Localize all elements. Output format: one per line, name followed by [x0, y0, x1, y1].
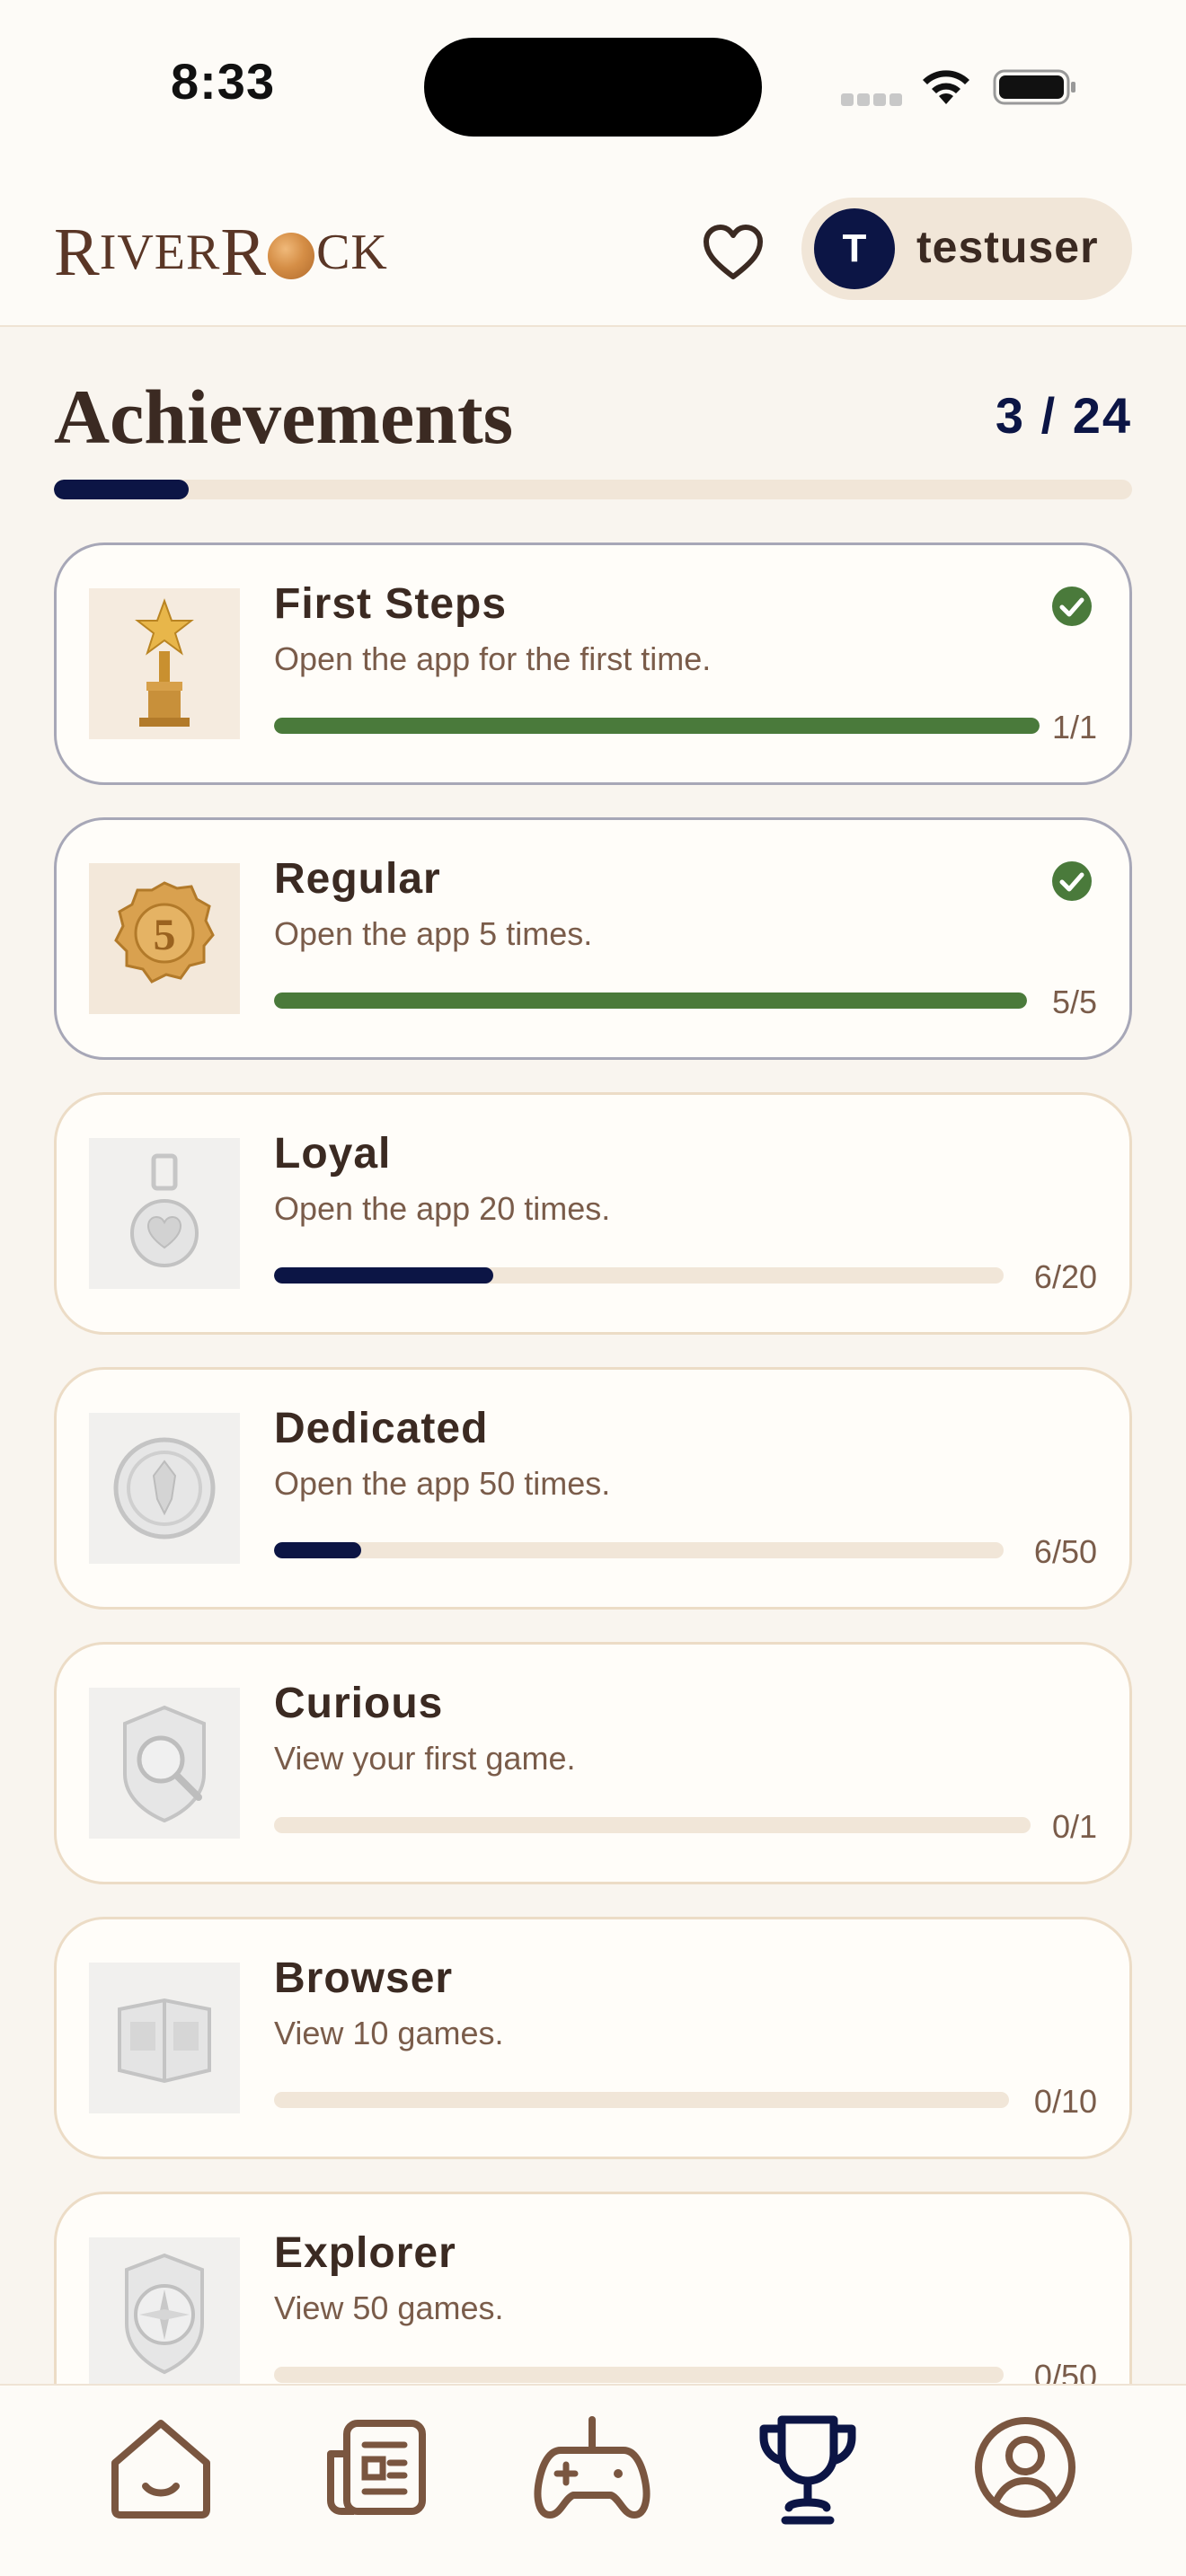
achievement-title: Regular [274, 855, 441, 903]
svg-text:5: 5 [154, 909, 176, 959]
achievement-description: Open the app 20 times. [274, 1190, 611, 1227]
achievement-thumbnail [89, 1413, 240, 1564]
achievement-progress-text: 1/1 [1051, 709, 1097, 745]
nav-news[interactable] [318, 2409, 435, 2526]
nav-achievements[interactable] [749, 2409, 866, 2526]
achievement-progress-fill [274, 1267, 493, 1284]
achievement-description: Open the app for the first time. [274, 640, 712, 677]
achievement-progress-text: 0/50 [1033, 2358, 1097, 2384]
achievement-thumbnail [89, 1963, 240, 2113]
achievement-thumbnail: 5 [89, 863, 240, 1014]
achievement-progress-bar [274, 1267, 1004, 1284]
overall-progress-fill [54, 480, 189, 499]
trophy-icon [759, 2415, 856, 2525]
achievement-title: Loyal [274, 1130, 392, 1178]
status-time: 8:33 [171, 53, 276, 110]
achievement-description: View 50 games. [274, 2289, 504, 2326]
achievement-card[interactable]: Dedicated Open the app 50 times. 6/50 [54, 1367, 1132, 1610]
page-title: Achievements [54, 374, 514, 460]
gold-star-trophy-icon [89, 588, 240, 739]
achievement-progress-bar [274, 2092, 1009, 2108]
completed-check-icon [1052, 861, 1092, 901]
achievement-card[interactable]: 5 Regular Open the app 5 times. 5/5 [54, 817, 1132, 1060]
achievement-progress-text: 6/20 [1033, 1258, 1097, 1295]
wifi-icon [923, 70, 969, 104]
achievement-description: Open the app 5 times. [274, 915, 593, 952]
achievement-description: Open the app 50 times. [274, 1465, 611, 1502]
achievement-card[interactable]: First Steps Open the app for the first t… [54, 543, 1132, 785]
silver-compass-badge-icon [89, 2237, 240, 2384]
achievement-count: 3 / 24 [995, 387, 1132, 444]
achievement-card[interactable]: Explorer View 50 games. 0/50 [54, 2192, 1132, 2384]
avatar: T [814, 208, 895, 289]
achievement-progress-bar [274, 992, 1027, 1009]
app-header: R IVER R CK T testuser [0, 180, 1186, 327]
nav-games[interactable] [534, 2409, 651, 2526]
username: testuser [916, 222, 1099, 272]
achievement-title: Browser [274, 1954, 454, 2002]
profile-icon [975, 2417, 1075, 2518]
achievement-thumbnail [89, 2237, 240, 2384]
silver-crest-medal-icon [89, 1413, 240, 1564]
achievement-progress-fill [274, 992, 1027, 1009]
achievement-card[interactable]: Loyal Open the app 20 times. 6/20 [54, 1092, 1132, 1335]
achievement-progress-bar [274, 718, 1040, 734]
achievements-content[interactable]: Achievements 3 / 24 First Steps Open the… [0, 327, 1186, 2384]
cellular-signal-icon [841, 93, 902, 106]
nav-profile[interactable] [967, 2409, 1084, 2526]
achievement-progress-fill [274, 1542, 362, 1558]
achievement-progress-bar [274, 2367, 1004, 2383]
achievement-progress-text: 5/5 [1051, 984, 1097, 1020]
achievement-title: Curious [274, 1680, 444, 1727]
gamepad-icon [534, 2416, 651, 2519]
coin-o-icon [268, 233, 315, 279]
achievement-progress-fill [274, 718, 1040, 734]
user-profile-button[interactable]: T testuser [801, 198, 1132, 300]
achievement-thumbnail [89, 1688, 240, 1839]
achievement-progress-text: 6/50 [1033, 1533, 1097, 1570]
achievement-progress-bar [274, 1817, 1031, 1833]
achievement-description: View your first game. [274, 1740, 576, 1777]
achievement-progress-text: 0/10 [1033, 2083, 1097, 2120]
achievement-card[interactable]: Browser View 10 games. 0/10 [54, 1917, 1132, 2159]
dynamic-island [424, 38, 762, 137]
achievement-thumbnail [89, 1138, 240, 1289]
gold-5-medal-icon: 5 [89, 863, 240, 1014]
status-bar: 8:33 [0, 0, 1186, 180]
nav-home[interactable] [102, 2409, 219, 2526]
home-icon [111, 2420, 210, 2519]
achievement-progress-bar [274, 1542, 1004, 1558]
achievement-title: Explorer [274, 2229, 456, 2277]
achievement-progress-text: 0/1 [1051, 1808, 1097, 1845]
achievement-title: First Steps [274, 580, 508, 628]
achievement-title: Dedicated [274, 1405, 489, 1452]
silver-book-badge-icon [89, 1963, 240, 2113]
silver-magnifier-badge-icon [89, 1688, 240, 1839]
achievement-card[interactable]: Curious View your first game. 0/1 [54, 1642, 1132, 1884]
battery-icon [993, 69, 1075, 105]
overall-progress-bar [54, 480, 1132, 499]
favorites-heart-icon[interactable] [699, 219, 767, 287]
riverrock-logo[interactable]: R IVER R CK [54, 212, 388, 293]
completed-check-icon [1052, 587, 1092, 626]
silver-heart-medal-icon [89, 1138, 240, 1289]
achievement-description: View 10 games. [274, 2015, 504, 2051]
news-icon [327, 2420, 426, 2515]
achievement-thumbnail [89, 588, 240, 739]
bottom-nav [0, 2384, 1186, 2576]
